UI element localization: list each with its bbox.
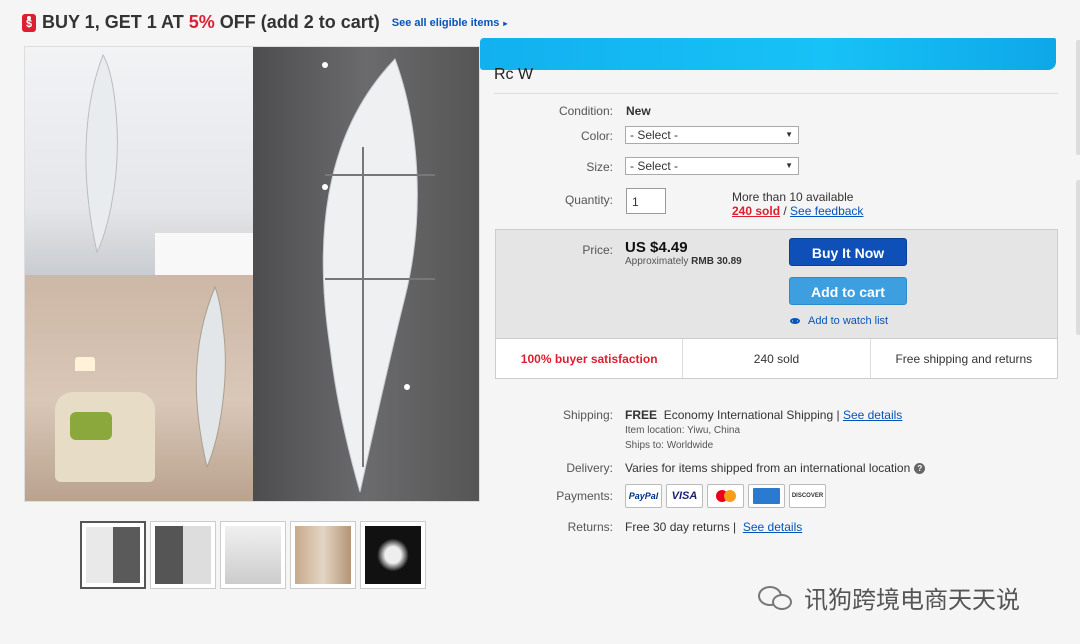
delivery-value: Varies for items shipped from an interna… (625, 461, 926, 475)
dropdown-caret-icon: ▼ (785, 130, 793, 139)
feather-mirror-art (85, 53, 435, 493)
title-redaction (480, 38, 1056, 70)
buyer-satisfaction: 100% buyer satisfaction (496, 339, 684, 378)
quantity-label: Quantity: (564, 193, 613, 207)
payments-label: Payments: (556, 489, 613, 503)
free-shipping-returns: Free shipping and returns (895, 351, 1033, 366)
item-location: Item location: Yiwu, China (625, 425, 741, 436)
buy-it-now-button[interactable]: Buy It Now (789, 238, 907, 266)
side-rail (1076, 180, 1080, 335)
discover-icon: DISCOVER (789, 484, 826, 508)
add-to-cart-button[interactable]: Add to cart (789, 277, 907, 305)
sold-count-link[interactable]: 240 sold (732, 204, 780, 218)
condition-label: Condition: (558, 104, 613, 118)
promo-text: BUY 1, GET 1 AT 5% OFF (add 2 to cart) (42, 12, 380, 32)
thumbnail-2[interactable] (150, 521, 216, 589)
price-value: US $4.49 (625, 239, 688, 256)
wechat-watermark: 讯狗跨境电商天天说 (758, 580, 1020, 615)
thumbnail-3[interactable] (220, 521, 286, 589)
paypal-icon: PayPal (625, 484, 662, 508)
returns-label: Returns: (567, 520, 613, 534)
divider (494, 93, 1058, 94)
size-select[interactable]: - Select - ▼ (625, 157, 799, 175)
arrow-right-icon: ▸ (503, 18, 508, 28)
wechat-icon (758, 584, 796, 612)
see-eligible-items-link[interactable]: See all eligible items ▸ (392, 17, 508, 29)
item-title: Rc W (494, 66, 534, 83)
add-to-watch-list-link[interactable]: Add to watch list (790, 315, 888, 327)
color-label: Color: (580, 129, 613, 143)
shipping-value: FREE Economy International Shipping | Se… (625, 408, 903, 422)
info-icon[interactable]: ? (914, 463, 926, 475)
eye-icon (790, 318, 800, 324)
returns-value: Free 30 day returns | See details (625, 520, 803, 534)
sale-tag-icon: $ (22, 13, 36, 32)
mastercard-icon (707, 484, 744, 508)
side-rail (1076, 40, 1080, 155)
size-label: Size: (586, 160, 613, 174)
shipping-details-link[interactable]: See details (843, 408, 902, 422)
visa-icon: VISA (666, 484, 703, 508)
dropdown-caret-icon: ▼ (785, 161, 793, 170)
item-stats: 100% buyer satisfaction 240 sold Free sh… (496, 338, 1057, 378)
sold-count: 240 sold (683, 339, 871, 378)
sold-feedback-line: 240 sold / See feedback (732, 204, 864, 218)
thumbnail-strip (80, 521, 426, 589)
availability-text: More than 10 available (732, 190, 854, 204)
thumbnail-4[interactable] (290, 521, 356, 589)
ships-to: Ships to: Worldwide (625, 440, 714, 451)
amex-icon (748, 484, 785, 508)
price-approx: Approximately RMB 30.89 (625, 256, 742, 267)
delivery-label: Delivery: (566, 461, 613, 475)
shipping-label: Shipping: (562, 408, 613, 422)
see-feedback-link[interactable]: See feedback (790, 204, 863, 218)
condition-value: New (626, 104, 651, 118)
payment-methods: PayPal VISA DISCOVER (625, 484, 826, 508)
main-product-image[interactable] (24, 46, 480, 502)
price-label: Price: (582, 243, 613, 257)
returns-details-link[interactable]: See details (743, 520, 802, 534)
quantity-input[interactable]: 1 (626, 188, 666, 214)
thumbnail-5[interactable] (360, 521, 426, 589)
thumbnail-1[interactable] (80, 521, 146, 589)
promo-banner: $ BUY 1, GET 1 AT 5% OFF (add 2 to cart)… (22, 12, 507, 33)
color-select[interactable]: - Select - ▼ (625, 126, 799, 144)
